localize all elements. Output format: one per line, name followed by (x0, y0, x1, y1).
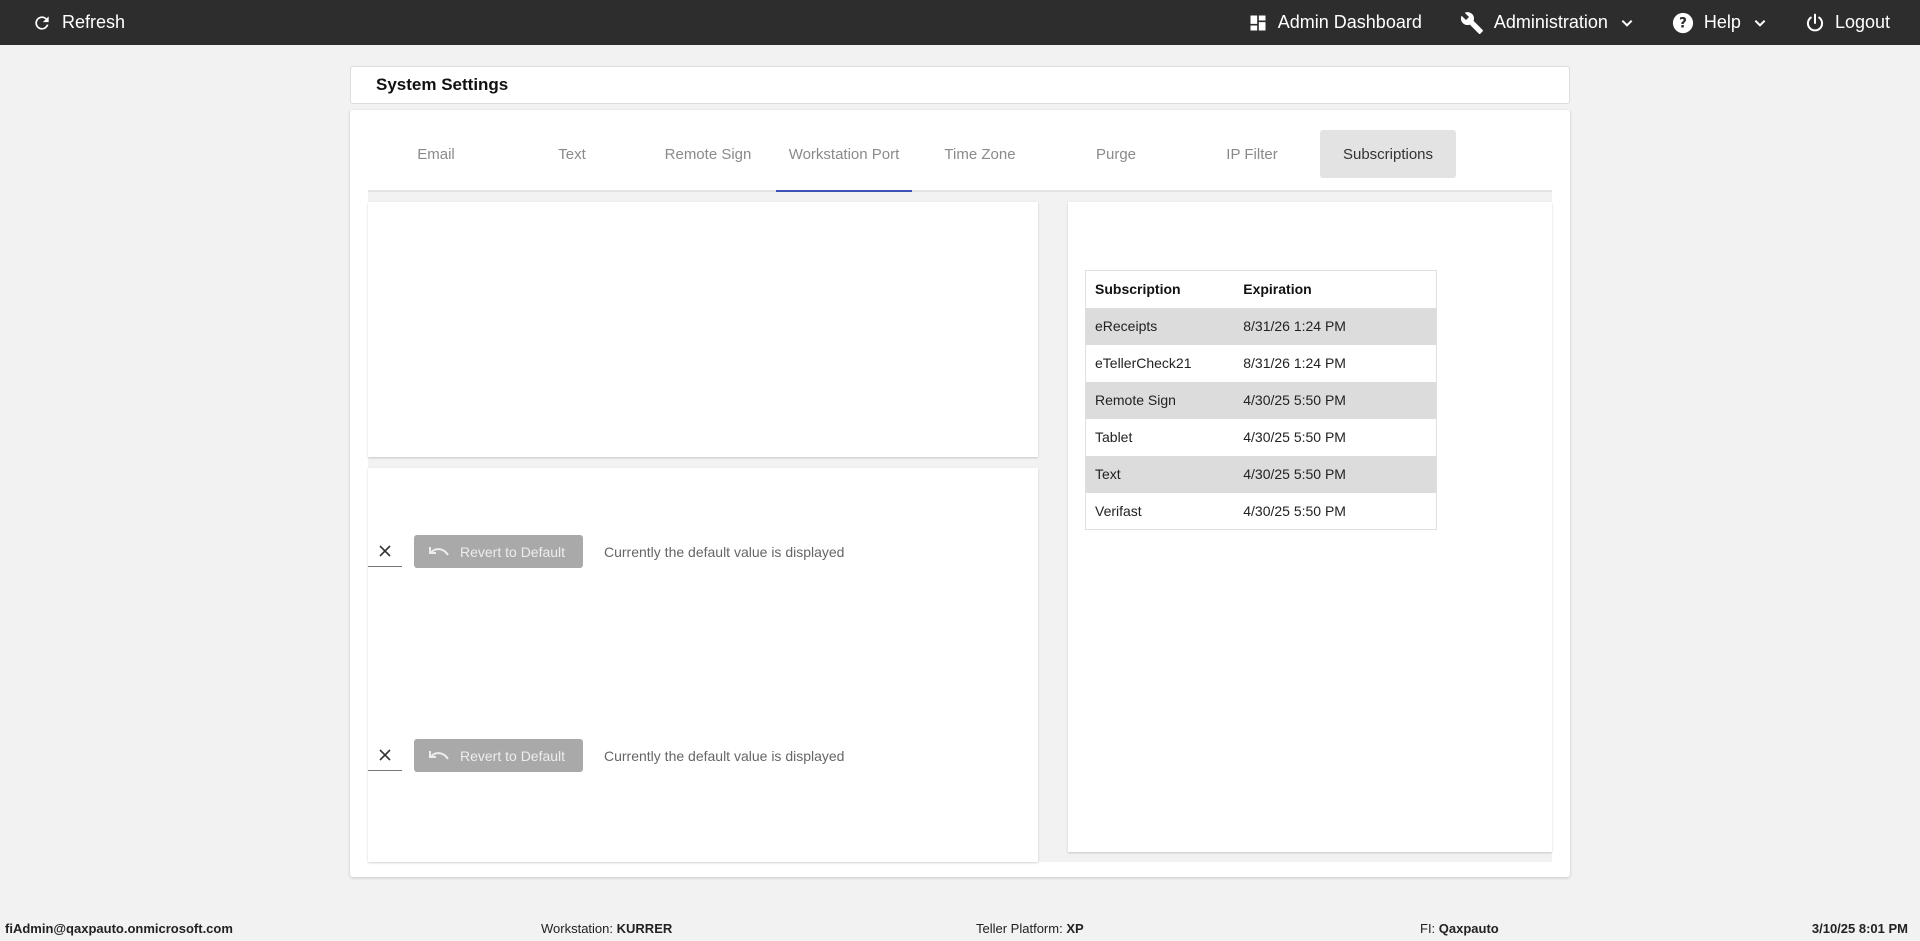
tab-remote-sign[interactable]: Remote Sign (640, 130, 776, 178)
tab-email[interactable]: Email (368, 130, 504, 178)
undo-icon (429, 546, 449, 556)
undo-icon (429, 750, 449, 760)
subscription-expiration: 4/30/25 5:50 PM (1234, 381, 1437, 419)
footer-workstation: Workstation: KURRER (541, 921, 672, 936)
tab-content: Revert to Default Currently the default … (368, 192, 1552, 862)
close-icon (379, 749, 391, 761)
chevron-down-icon (1754, 19, 1766, 27)
user-email: fiAdmin@qaxpauto.onmicrosoft.com (5, 921, 233, 936)
page-title-card: System Settings (350, 66, 1570, 104)
tab-workstation-port[interactable]: Workstation Port (776, 130, 912, 192)
settings-panel-bottom: Revert to Default Currently the default … (368, 468, 1038, 862)
footer-platform: Teller Platform: XP (976, 921, 1084, 936)
subscription-name: Text (1085, 455, 1235, 493)
admin-dashboard-link[interactable]: Admin Dashboard (1248, 12, 1422, 33)
revert-to-default-button[interactable]: Revert to Default (414, 739, 583, 772)
table-header-row: Subscription Expiration (1085, 270, 1437, 308)
help-label: Help (1703, 12, 1741, 32)
chevron-down-icon (1621, 19, 1633, 27)
column-header-expiration: Expiration (1234, 270, 1437, 308)
revert-label: Revert to Default (460, 543, 566, 560)
fi-value: Qaxpauto (1438, 921, 1499, 936)
platform-label: Teller Platform: (976, 921, 1063, 936)
column-header-subscription: Subscription (1085, 270, 1235, 308)
footer-user: fiAdmin@qaxpauto.onmicrosoft.com (5, 921, 233, 936)
table-row: Tablet 4/30/25 5:50 PM (1086, 419, 1437, 456)
power-icon (1806, 13, 1824, 31)
subscriptions-table: Subscription Expiration eReceipts 8/31/2… (1085, 270, 1437, 530)
revert-to-default-button[interactable]: Revert to Default (414, 535, 583, 568)
settings-tabs: Email Text Remote Sign Workstation Port … (368, 130, 1552, 192)
subscription-name: Tablet (1095, 429, 1133, 445)
top-navigation-bar: Refresh Admin Dashboard Administration ?… (0, 0, 1920, 45)
subscription-expiration: 4/30/25 5:50 PM (1243, 502, 1346, 519)
settings-card: Email Text Remote Sign Workstation Port … (350, 110, 1570, 877)
datetime-value: 3/10/25 8:01 PM (1811, 921, 1908, 936)
tab-subscriptions[interactable]: Subscriptions (1320, 130, 1456, 178)
subscription-name: eReceipts (1085, 307, 1235, 345)
platform-value: XP (1066, 921, 1084, 936)
subscriptions-panel: Subscription Expiration eReceipts 8/31/2… (1068, 202, 1552, 852)
settings-panel-top (368, 202, 1038, 457)
svg-text:?: ? (1679, 15, 1687, 31)
fi-label: FI: (1420, 921, 1436, 936)
help-menu[interactable]: ? Help (1672, 12, 1767, 34)
clear-button[interactable] (368, 537, 402, 567)
revert-label: Revert to Default (460, 747, 566, 764)
footer-datetime: 3/10/25 8:01 PM (1812, 921, 1908, 936)
workstation-label: Workstation: (541, 921, 614, 936)
help-circle-icon: ? (1672, 12, 1693, 33)
refresh-button[interactable]: Refresh (32, 12, 125, 33)
table-row: eReceipts 8/31/26 1:24 PM (1085, 307, 1437, 345)
subscription-expiration: 8/31/26 1:24 PM (1234, 307, 1437, 345)
setting-row: Revert to Default Currently the default … (368, 535, 844, 568)
tab-purge[interactable]: Purge (1048, 130, 1184, 178)
table-row: Text 4/30/25 5:50 PM (1085, 455, 1437, 493)
tab-time-zone[interactable]: Time Zone (912, 130, 1048, 178)
refresh-icon (35, 15, 49, 30)
administration-menu[interactable]: Administration (1460, 11, 1634, 35)
administration-label: Administration (1493, 12, 1608, 32)
page-title: System Settings (376, 75, 509, 94)
subscription-name: Verifast (1095, 502, 1142, 519)
table-row: eTellerCheck21 8/31/26 1:24 PM (1086, 345, 1437, 382)
default-value-note: Currently the default value is displayed (604, 747, 845, 764)
workstation-value: KURRER (616, 921, 673, 936)
setting-row: Revert to Default Currently the default … (368, 739, 844, 772)
tab-ip-filter[interactable]: IP Filter (1184, 130, 1320, 178)
table-row: Verifast 4/30/25 5:50 PM (1086, 493, 1437, 530)
subscription-name: eTellerCheck21 (1095, 355, 1192, 371)
subscription-name: Remote Sign (1085, 381, 1235, 419)
close-icon (379, 545, 391, 557)
default-value-note: Currently the default value is displayed (604, 543, 845, 560)
logout-label: Logout (1834, 12, 1890, 32)
status-footer: fiAdmin@qaxpauto.onmicrosoft.com Worksta… (0, 916, 1920, 941)
table-row: Remote Sign 4/30/25 5:50 PM (1085, 381, 1437, 419)
subscription-expiration: 4/30/25 5:50 PM (1234, 455, 1437, 493)
clear-button[interactable] (368, 741, 402, 771)
wrench-icon (1460, 11, 1483, 34)
dashboard-icon (1250, 15, 1266, 30)
subscription-expiration: 4/30/25 5:50 PM (1243, 429, 1346, 445)
tab-text[interactable]: Text (504, 130, 640, 178)
logout-button[interactable]: Logout (1805, 12, 1890, 33)
footer-fi: FI: Qaxpauto (1420, 921, 1499, 936)
admin-dashboard-label: Admin Dashboard (1277, 12, 1422, 32)
subscription-expiration: 8/31/26 1:24 PM (1243, 355, 1346, 371)
refresh-label: Refresh (62, 12, 126, 32)
